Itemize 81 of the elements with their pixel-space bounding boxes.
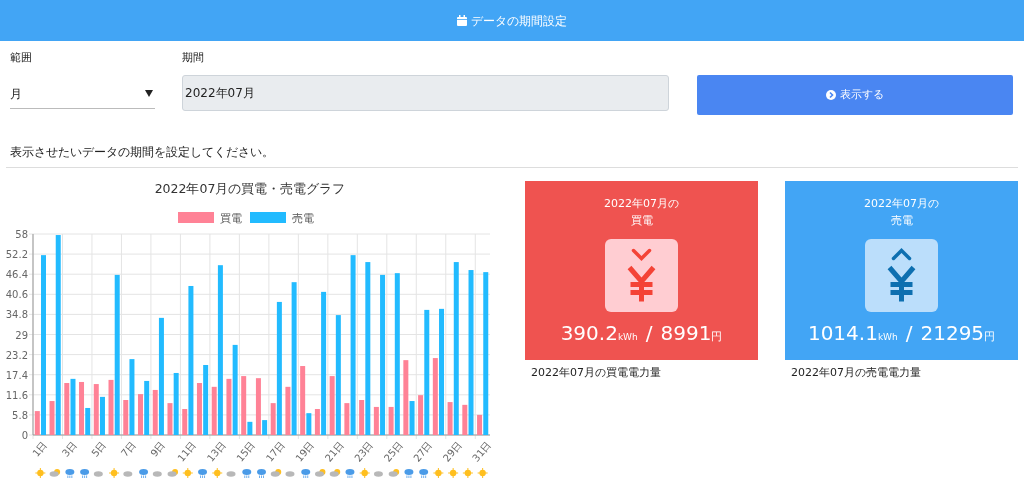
- sun-icon: [34, 467, 46, 479]
- sun-cloud-icon: [270, 469, 282, 477]
- x-axis-label: 25日: [381, 439, 405, 464]
- y-axis-label: 17.4: [5, 369, 28, 381]
- sun-cloud-icon: [329, 469, 341, 477]
- y-axis-label: 23.2: [5, 349, 28, 361]
- x-axis-label: 31日: [470, 439, 494, 464]
- sun-icon: [359, 467, 371, 479]
- y-axis-label: 46.4: [5, 269, 28, 281]
- x-axis-label: 21日: [322, 439, 346, 464]
- x-axis-label: 7日: [118, 439, 138, 459]
- rain-icon: [301, 469, 311, 479]
- x-axis-label: 27日: [411, 439, 435, 464]
- y-axis-label: 0: [21, 430, 28, 441]
- rain-icon: [419, 469, 429, 479]
- cloud-icon: [152, 471, 162, 477]
- card-subtitle: 買電: [630, 213, 653, 229]
- cloud-icon: [123, 471, 133, 477]
- cloud-icon: [93, 471, 103, 477]
- y-axis-label: 58: [15, 229, 28, 240]
- x-axis-label: 17日: [263, 439, 287, 464]
- y-axis-label: 11.6: [5, 389, 28, 401]
- legend-label[interactable]: 売電: [292, 212, 314, 225]
- rain-icon: [80, 469, 90, 479]
- rain-icon: [404, 469, 414, 479]
- sun-icon: [447, 467, 459, 479]
- energy-total: 390.2kWh / 8991円: [560, 320, 723, 347]
- dropdown-caret-icon: [145, 90, 153, 97]
- rain-icon: [198, 469, 208, 479]
- x-axis-label: 1日: [30, 439, 50, 459]
- sun-cloud-icon: [167, 469, 179, 477]
- sun-cloud-icon: [314, 469, 326, 477]
- x-axis-label: 9日: [148, 439, 168, 459]
- arrow-circle-icon: [826, 90, 836, 100]
- card-title: 2022年07月の: [864, 196, 939, 212]
- calendar-icon: [457, 15, 467, 26]
- period-field[interactable]: 2022年07月: [182, 75, 669, 111]
- cloud-icon: [285, 471, 295, 477]
- cloud-icon: [226, 471, 236, 477]
- card-caption: 2022年07月の買電電力量: [531, 365, 662, 381]
- sun-icon: [477, 467, 489, 479]
- header-title: データの期間設定: [471, 12, 567, 30]
- rain-icon: [345, 469, 355, 479]
- rain-icon: [139, 469, 149, 479]
- sun-icon: [211, 467, 223, 479]
- y-axis-label: 29: [15, 329, 28, 341]
- cloud-icon: [373, 471, 383, 477]
- y-axis-label: 52.2: [5, 249, 28, 261]
- submit-button[interactable]: 表示する: [697, 75, 1013, 115]
- sun-icon: [108, 467, 120, 479]
- card-subtitle: 売電: [890, 213, 913, 229]
- sun-icon: [432, 467, 444, 479]
- x-axis-label: 3日: [59, 439, 79, 459]
- rain-icon: [65, 469, 75, 479]
- x-axis-label: 5日: [89, 439, 109, 459]
- energy-total: 1014.1kWh / 21295円: [807, 320, 996, 347]
- x-axis-label: 23日: [352, 439, 376, 464]
- rain-icon: [257, 469, 266, 479]
- range-label: 範囲: [10, 50, 33, 66]
- sun-icon: [462, 467, 474, 479]
- yen-up-icon: [865, 239, 938, 312]
- sun-cloud-icon: [49, 469, 61, 477]
- sun-cloud-icon: [388, 469, 400, 477]
- y-axis-label: 40.6: [5, 289, 28, 301]
- card-caption: 2022年07月の売電電力量: [791, 365, 922, 381]
- y-axis-label: 5.8: [12, 409, 28, 421]
- chart-title: 2022年07月の買電・売電グラフ: [154, 181, 346, 196]
- x-axis-label: 11日: [175, 439, 199, 464]
- range-select[interactable]: 月: [10, 79, 155, 109]
- x-axis-label: 15日: [234, 439, 258, 464]
- yen-down-icon: [605, 239, 678, 312]
- period-label: 期間: [182, 50, 205, 66]
- x-axis-label: 13日: [204, 439, 228, 464]
- card-title: 2022年07月の: [604, 196, 679, 212]
- legend-label[interactable]: 買電: [220, 212, 242, 225]
- help-text: 表示させたいデータの期間を設定してください。: [10, 145, 274, 159]
- x-axis-label: 29日: [440, 439, 464, 464]
- rain-icon: [242, 469, 252, 479]
- x-axis-label: 19日: [293, 439, 317, 464]
- y-axis-label: 34.8: [5, 309, 28, 321]
- sun-icon: [182, 467, 194, 479]
